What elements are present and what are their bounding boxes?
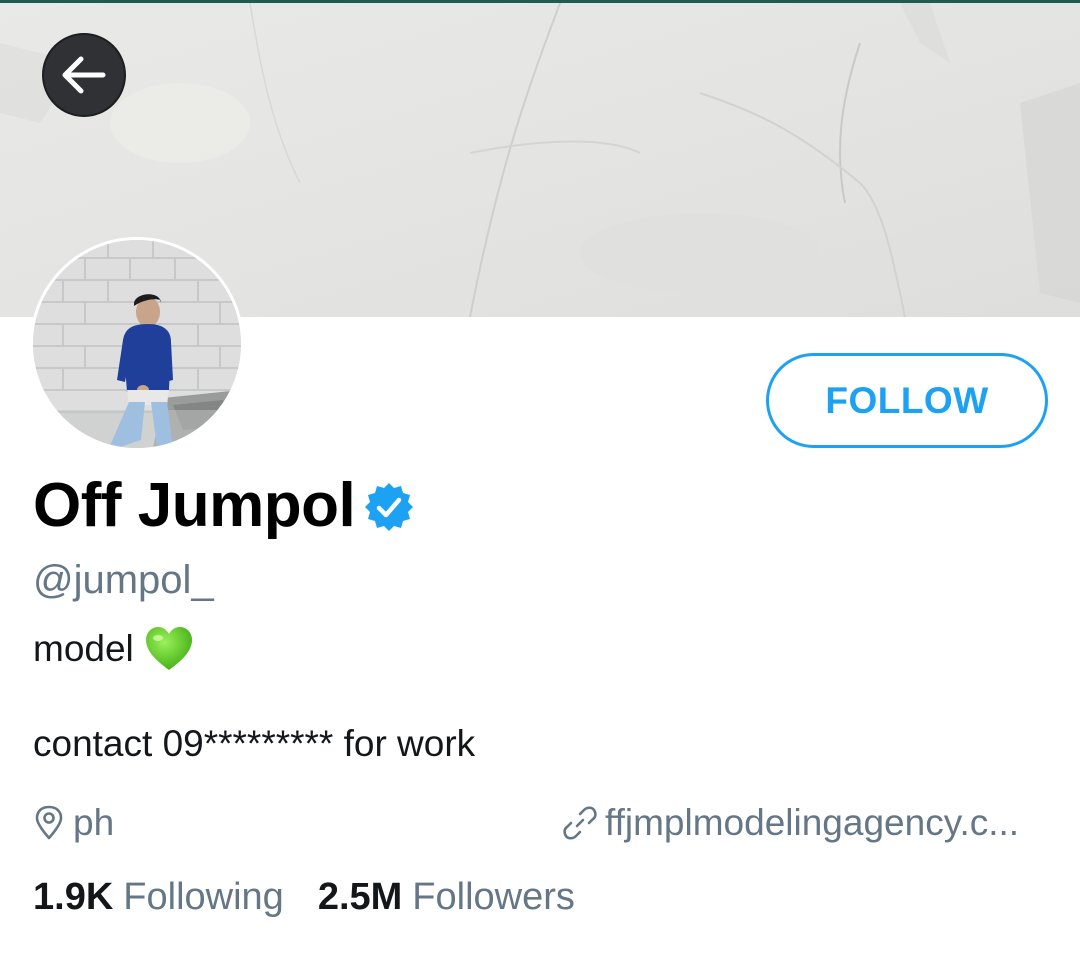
- link-icon: [563, 806, 597, 840]
- following-count: 1.9K: [33, 876, 114, 918]
- user-handle: @jumpol_: [33, 558, 214, 602]
- following-label: Following: [123, 876, 284, 918]
- back-button[interactable]: [42, 33, 126, 117]
- name-row: Off Jumpol: [33, 470, 415, 540]
- follow-stats: 1.9K Following 2.5M Followers: [33, 876, 575, 919]
- arrow-left-icon: [62, 56, 106, 94]
- website-item[interactable]: ffjmplmodelingagency.c...: [563, 800, 1019, 846]
- bio-line: model: [33, 626, 194, 672]
- green-heart-emoji-icon: [145, 627, 192, 670]
- avatar-image: [33, 240, 241, 448]
- avatar[interactable]: [30, 237, 244, 451]
- verified-badge-icon: [365, 483, 414, 531]
- followers-label: Followers: [412, 876, 575, 918]
- bio-text: model: [33, 628, 134, 669]
- follow-button[interactable]: FOLLOW: [766, 353, 1048, 448]
- following-stat[interactable]: 1.9K Following: [33, 876, 284, 919]
- location-text: ph: [73, 802, 115, 843]
- followers-count: 2.5M: [317, 876, 403, 918]
- profile-page: FOLLOW Off Jumpol @jumpol_ model contact…: [0, 0, 1080, 976]
- bio-contact-text: contact 09********* for work: [33, 723, 476, 764]
- website-link[interactable]: ffjmplmodelingagency.c...: [605, 802, 1019, 844]
- location-item: ph: [33, 800, 114, 846]
- followers-stat[interactable]: 2.5M Followers: [318, 876, 575, 919]
- location-pin-icon: [35, 805, 63, 840]
- display-name: Off Jumpol: [33, 470, 356, 540]
